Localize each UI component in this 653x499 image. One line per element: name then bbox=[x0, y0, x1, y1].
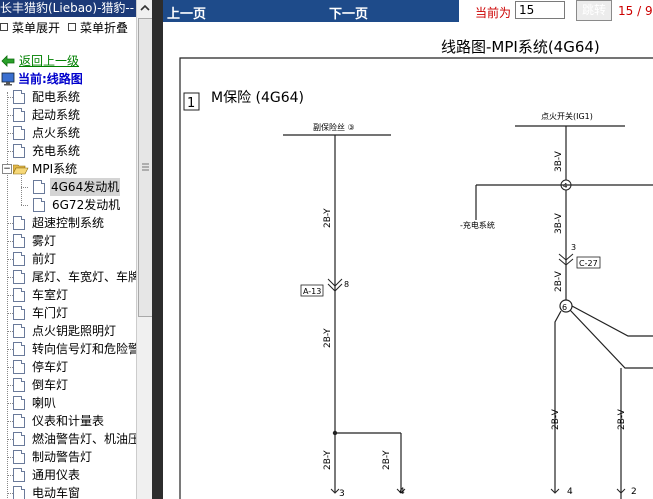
jump-button[interactable]: 跳转 bbox=[576, 0, 612, 21]
tree-item-tail[interactable]: 尾灯、车宽灯、车牌 bbox=[0, 268, 136, 286]
collapse-icon bbox=[68, 23, 77, 31]
scroll-thumb[interactable] bbox=[138, 18, 153, 317]
scroll-up-arrow-icon bbox=[140, 4, 150, 11]
tree-item-cruise[interactable]: 超速控制系统 bbox=[0, 214, 136, 232]
document-icon bbox=[13, 270, 25, 284]
tree-item-room[interactable]: 车室灯 bbox=[0, 286, 136, 304]
tree-item-turn[interactable]: 转向信号灯和危险警 bbox=[0, 340, 136, 358]
back-arrow-icon bbox=[1, 55, 15, 67]
bottom-pin: 4 bbox=[399, 487, 405, 497]
prev-page-link[interactable]: 上一页 bbox=[167, 3, 206, 22]
wire-label: 2B-V bbox=[554, 270, 564, 292]
document-icon bbox=[13, 468, 25, 482]
diagram-frame bbox=[179, 57, 653, 499]
document-icon bbox=[13, 324, 25, 338]
document-icon bbox=[13, 234, 25, 248]
back-link[interactable]: 返回上一级 bbox=[0, 52, 136, 70]
window-title: 长丰猎豹(Liebao)-猎豹-- bbox=[0, 0, 136, 17]
label-charge-system: -充电系统 bbox=[460, 220, 495, 230]
tree-item-power-window[interactable]: 电动车窗 bbox=[0, 484, 136, 499]
tree-item-charging[interactable]: 充电系统 bbox=[0, 142, 136, 160]
bottom-pin: 3 bbox=[339, 489, 345, 499]
bottom-pin: 2 bbox=[631, 487, 637, 497]
menu-panel: 长丰猎豹(Liebao)-猎豹-- 菜单展开 菜单折叠 返回上一级 当前:线路图 … bbox=[0, 0, 136, 499]
tree-view: 返回上一级 当前:线路图 配电系统 起动系统 点火系统 充电系统 − MPI系统… bbox=[0, 52, 136, 499]
expand-icon bbox=[0, 23, 8, 31]
document-icon bbox=[13, 360, 25, 374]
bottom-pin: 4 bbox=[567, 487, 573, 497]
document-icon bbox=[13, 486, 25, 499]
document-icon bbox=[13, 306, 25, 320]
tree-item-key[interactable]: 点火钥匙照明灯 bbox=[0, 322, 136, 340]
diagram-canvas: 线路图-MPI系统(4G64) 1 M保险 (4G64) 副保险丝 ③ 2B-Y… bbox=[179, 38, 653, 499]
connector-label: A-13 bbox=[303, 287, 321, 296]
tree-item-4g64[interactable]: 4G64发动机 bbox=[0, 174, 136, 205]
tree-item-horn[interactable]: 喇叭 bbox=[0, 394, 136, 412]
tree-scrollbar[interactable] bbox=[136, 0, 153, 499]
wire-label: 2B-Y bbox=[323, 450, 333, 470]
document-icon bbox=[13, 144, 25, 158]
wire-label: 3B-V bbox=[554, 150, 564, 172]
document-icon bbox=[33, 180, 45, 194]
document-icon bbox=[13, 216, 25, 230]
document-icon bbox=[33, 198, 45, 212]
document-icon bbox=[13, 396, 25, 410]
scroll-up-button[interactable] bbox=[137, 0, 153, 16]
wire-label: 2B-V bbox=[551, 408, 561, 430]
tree-item-brake-warning[interactable]: 制动警告灯 bbox=[0, 448, 136, 466]
document-icon bbox=[13, 90, 25, 104]
page-jump: 当前为 跳转 15 / 9 bbox=[459, 0, 653, 22]
tree-item-ignition[interactable]: 点火系统 bbox=[0, 124, 136, 142]
node-label: 6 bbox=[562, 303, 567, 312]
tree-item-headlight[interactable]: 前灯 bbox=[0, 250, 136, 268]
document-icon bbox=[13, 450, 25, 464]
wire-label: 2B-Y bbox=[323, 328, 333, 348]
page-count: 15 / 9 bbox=[618, 4, 653, 18]
document-icon bbox=[13, 252, 25, 266]
pin-label: 8 bbox=[344, 280, 349, 289]
wire-label: 2B-Y bbox=[323, 208, 333, 228]
tree-item-general-instruments[interactable]: 通用仪表 bbox=[0, 466, 136, 484]
current-location: 当前:线路图 bbox=[0, 70, 136, 88]
diagram-heading: 线路图-MPI系统(4G64) bbox=[441, 38, 600, 56]
tree-item-fog[interactable]: 雾灯 bbox=[0, 232, 136, 250]
tree-item-door[interactable]: 车门灯 bbox=[0, 304, 136, 322]
document-icon bbox=[13, 414, 25, 428]
menu-toolbar: 菜单展开 菜单折叠 bbox=[0, 19, 136, 37]
tree-item-fuel-warning[interactable]: 燃油警告灯、机油压 bbox=[0, 430, 136, 448]
tree-item-6g72[interactable]: 6G72发动机 bbox=[0, 196, 136, 214]
document-icon bbox=[13, 108, 25, 122]
wiring-diagram: 线路图-MPI系统(4G64) 1 M保险 (4G64) 副保险丝 ③ 2B-Y… bbox=[163, 22, 653, 499]
tree-item-gauges[interactable]: 仪表和计量表 bbox=[0, 412, 136, 430]
frame-splitter[interactable] bbox=[152, 0, 163, 499]
next-page-link[interactable]: 下一页 bbox=[329, 3, 368, 22]
label-ignition: 点火开关(IG1) bbox=[541, 111, 593, 121]
wire-label: 2B-Y bbox=[382, 450, 392, 470]
grip-icon bbox=[142, 163, 149, 171]
expand-menu-button[interactable]: 菜单展开 bbox=[0, 21, 60, 35]
tree-item-stop[interactable]: 停车灯 bbox=[0, 358, 136, 376]
wire-label: 3B-V bbox=[554, 212, 564, 234]
document-icon bbox=[13, 432, 25, 446]
collapse-toggle-icon[interactable]: − bbox=[2, 164, 12, 174]
tree-item-power[interactable]: 配电系统 bbox=[0, 88, 136, 106]
computer-icon bbox=[1, 72, 15, 86]
tree-item-reverse[interactable]: 倒车灯 bbox=[0, 376, 136, 394]
pin-label: 3 bbox=[571, 243, 576, 252]
page-number-input[interactable] bbox=[515, 1, 565, 19]
node-label: 4 bbox=[563, 182, 568, 190]
document-icon bbox=[13, 378, 25, 392]
page-nav-bar: 上一页 下一页 当前为 跳转 15 / 9 bbox=[163, 0, 653, 22]
current-page-label: 当前为 bbox=[475, 6, 512, 20]
box-number: 1 bbox=[187, 96, 195, 111]
box-title: M保险 (4G64) bbox=[211, 90, 304, 106]
document-icon bbox=[13, 126, 25, 140]
collapse-menu-button[interactable]: 菜单折叠 bbox=[68, 21, 128, 35]
wire-label: 2B-V bbox=[617, 408, 627, 430]
label-sub-fuse: 副保险丝 ③ bbox=[313, 122, 355, 132]
connector-label: C-27 bbox=[579, 259, 598, 268]
tree-item-start[interactable]: 起动系统 bbox=[0, 106, 136, 124]
document-icon bbox=[13, 288, 25, 302]
document-icon bbox=[13, 342, 25, 356]
